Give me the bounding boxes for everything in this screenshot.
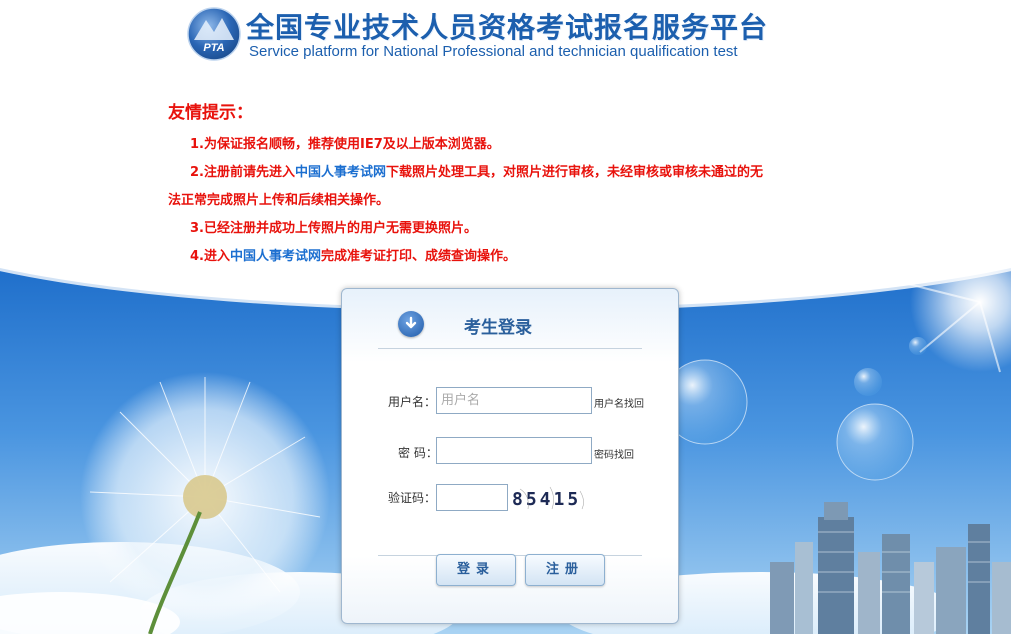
captcha-image[interactable]: 85415	[510, 485, 594, 511]
pta-logo-icon: PTA	[187, 7, 241, 61]
page-header: PTA 全国专业技术人员资格考试报名服务平台 Service platform …	[0, 0, 1011, 80]
login-panel: 考生登录 用户名： 用户名找回 密 码： 密码找回 验证码： 85415 登录 …	[341, 288, 679, 624]
svg-text:85415: 85415	[512, 489, 581, 510]
captcha-input[interactable]	[436, 484, 508, 511]
password-recover-link[interactable]: 密码找回	[594, 446, 634, 461]
username-input[interactable]	[436, 387, 592, 414]
notice-line-2-continued: 法正常完成照片上传和后续相关操作。	[168, 193, 390, 208]
notice-line-2: 2.注册前请先进入中国人事考试网下载照片处理工具，对照片进行审核，未经审核或审核…	[168, 159, 868, 187]
site-subtitle: Service platform for National Profession…	[249, 43, 738, 60]
friendly-notice: 友情提示： 1.为保证报名顺畅，推荐使用IE7及以上版本浏览器。 2.注册前请先…	[168, 98, 868, 271]
username-recover-link[interactable]: 用户名找回	[594, 395, 644, 410]
login-panel-title: 考生登录	[464, 318, 532, 338]
title-divider	[378, 348, 642, 349]
svg-text:PTA: PTA	[203, 42, 224, 54]
notice-line-2-pre: 2.注册前请先进入	[190, 165, 295, 180]
site-title: 全国专业技术人员资格考试报名服务平台	[246, 11, 769, 44]
notice-title: 友情提示：	[168, 103, 253, 123]
notice-line-2-post: 下载照片处理工具，对照片进行审核，未经审核或审核未通过的无	[386, 165, 764, 180]
notice-line-1: 1.为保证报名顺畅，推荐使用IE7及以上版本浏览器。	[190, 137, 500, 152]
notice-line-3: 3.已经注册并成功上传照片的用户无需更换照片。	[190, 221, 477, 236]
captcha-label: 验证码：	[388, 491, 437, 505]
register-button[interactable]: 注册	[525, 554, 605, 586]
arrow-down-circle-icon	[398, 311, 424, 337]
login-button[interactable]: 登录	[436, 554, 516, 586]
password-label: 密 码：	[398, 446, 438, 460]
password-input[interactable]	[436, 437, 592, 464]
username-label: 用户名：	[388, 395, 437, 409]
cpta-link[interactable]: 中国人事考试网	[295, 165, 386, 180]
